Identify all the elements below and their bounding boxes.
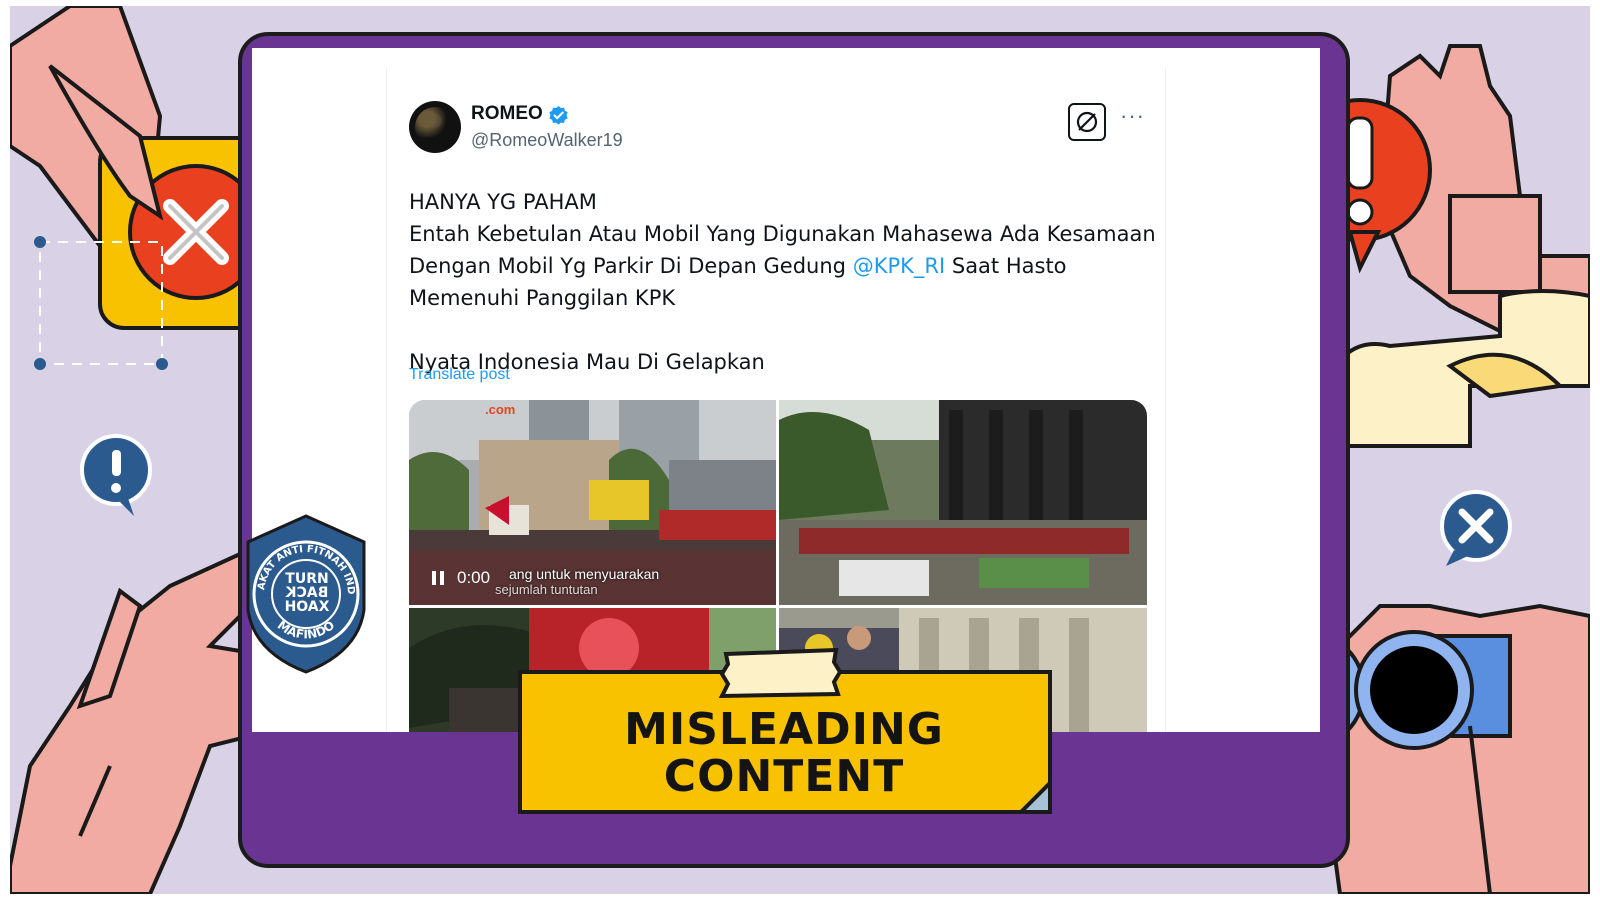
tweet-line-3-pre: Dengan Mobil Yg Parkir Di Depan Gedung — [409, 254, 853, 278]
video-watermark: .com — [485, 402, 516, 417]
grok-icon — [1076, 111, 1098, 133]
tweet-line-5: Nyata Indonesia Mau Di Gelapkan — [409, 350, 765, 374]
video-timestamp: 0:00 — [457, 568, 491, 587]
tweet-text: HANYA YG PAHAM Entah Kebetulan Atau Mobi… — [409, 186, 1156, 378]
tweet-line-3-post: Saat Hasto — [945, 254, 1067, 278]
mention-link[interactable]: @KPK_RI — [853, 254, 946, 278]
tweet-line-3: Dengan Mobil Yg Parkir Di Depan Gedung @… — [409, 250, 1149, 282]
display-name[interactable]: ROMEO — [471, 103, 543, 125]
video-caption-2: sejumlah tuntutan — [495, 582, 598, 597]
handle[interactable]: @RomeoWalker19 — [471, 130, 623, 151]
media-photo-2[interactable] — [779, 400, 1147, 605]
more-options-button[interactable]: ··· — [1120, 103, 1145, 129]
verified-badge-icon — [549, 105, 568, 125]
tweet-line-1: HANYA YG PAHAM — [409, 190, 597, 214]
translate-post-link[interactable]: Translate post — [409, 366, 510, 384]
back-text: BACK — [285, 585, 329, 601]
badge-line-1: MISLEADING — [624, 704, 944, 755]
avatar[interactable] — [409, 101, 461, 153]
tweet-line-2: Entah Kebetulan Atau Mobil Yang Digunaka… — [409, 222, 1156, 246]
turn-back-hoax-text: TURN BACK HOAX — [274, 572, 340, 614]
media-video[interactable]: .com 0:00 ang untuk menyuarakan sejumlah… — [409, 400, 776, 605]
tweet-card: ROMEO @RomeoWalker19 ··· HANYA YG PAHAM … — [386, 68, 1166, 732]
grok-button[interactable] — [1068, 103, 1106, 141]
misleading-content-label: MISLEADING CONTENT — [516, 706, 1052, 800]
video-caption-1: ang untuk menyuarakan — [509, 566, 660, 582]
tablet-screen: ROMEO @RomeoWalker19 ··· HANYA YG PAHAM … — [252, 48, 1320, 732]
tweet-line-4: Memenuhi Panggilan KPK — [409, 286, 676, 310]
hoax-text: HOAX — [284, 599, 330, 615]
pause-icon[interactable] — [431, 570, 445, 586]
badge-line-2: CONTENT — [663, 751, 905, 802]
turn-text: TURN — [285, 571, 329, 587]
